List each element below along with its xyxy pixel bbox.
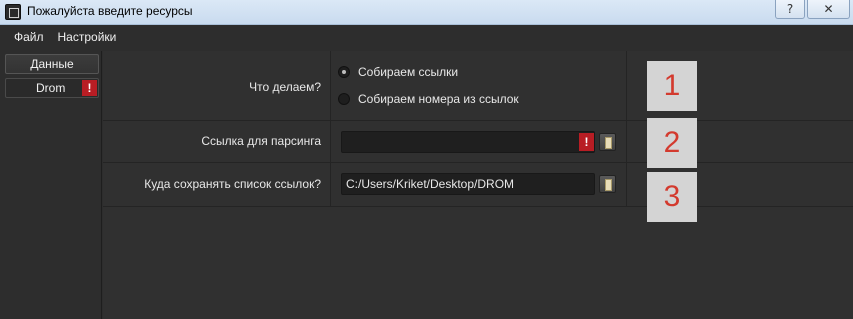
annotation-3: 3 [647,172,697,222]
sidebar-item-label: Данные [30,57,74,71]
menu-bar: Файл Настройки [0,25,853,49]
radio-label: Собираем ссылки [358,65,459,79]
sidebar-item-drom[interactable]: Drom ! [5,78,99,98]
radio-checked-icon[interactable] [338,66,350,78]
warning-icon: ! [579,133,594,151]
warning-icon: ! [82,80,97,96]
link-label: Ссылка для парсинга [201,134,321,148]
form-row-save-path: Куда сохранять список ссылок? C:/Users/K… [103,163,853,207]
window-title: Пожалуйста введите ресурсы [27,4,193,18]
close-button[interactable]: ✕ [807,0,850,19]
sidebar: Данные Drom ! [0,51,102,319]
sidebar-item-label: Drom [36,81,66,95]
save-path-label: Куда сохранять список ссылок? [144,177,321,191]
form-panel: Что делаем? Собираем ссылки Собираем ном… [103,51,853,319]
help-button[interactable]: ? [775,0,805,19]
action-label: Что делаем? [249,80,321,94]
radio-label: Собираем номера из ссылок [358,92,519,106]
window-client: Файл Настройки Данные Drom ! Что делаем?… [0,25,853,319]
menu-settings[interactable]: Настройки [51,30,124,44]
menu-file[interactable]: Файл [0,30,51,44]
radio-unchecked-icon[interactable] [338,93,350,105]
browse-folder-button[interactable] [599,175,616,193]
form-row-link: Ссылка для парсинга ! [103,121,853,163]
link-input[interactable] [341,131,595,153]
save-path-input[interactable]: C:/Users/Kriket/Desktop/DROM [341,173,595,195]
sidebar-item-data[interactable]: Данные [5,54,99,74]
annotation-1: 1 [647,61,697,111]
app-icon [5,4,21,20]
title-bar: Пожалуйста введите ресурсы ? ✕ [0,0,853,25]
annotation-2: 2 [647,118,697,168]
form-row-action: Что делаем? Собираем ссылки Собираем ном… [103,51,853,121]
browse-link-button[interactable] [599,133,616,151]
radio-collect-numbers[interactable]: Собираем номера из ссылок [338,92,519,106]
radio-collect-links[interactable]: Собираем ссылки [338,65,458,79]
